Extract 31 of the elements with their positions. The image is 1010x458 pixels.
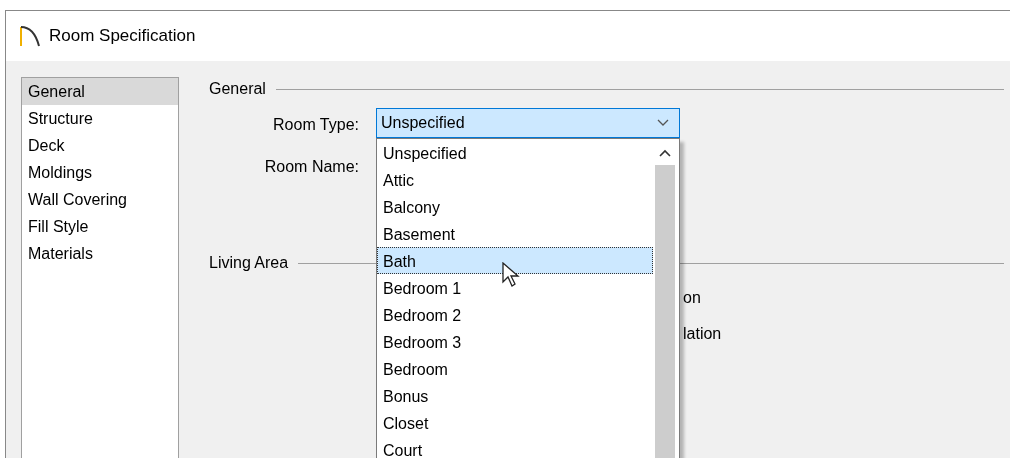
dropdown-option[interactable]: Bath xyxy=(377,247,653,274)
sidebar-item[interactable]: Wall Covering xyxy=(22,186,178,213)
dropdown-option[interactable]: Bedroom xyxy=(377,355,653,382)
dropdown-option[interactable]: Bedroom 2 xyxy=(377,301,653,328)
room-type-dropdown[interactable]: Unspecified xyxy=(376,108,680,138)
partial-text: on xyxy=(683,288,701,308)
sidebar-item[interactable]: Structure xyxy=(22,105,178,132)
group-heading: Living Area xyxy=(209,253,289,273)
dropdown-option[interactable]: Bedroom 1 xyxy=(377,274,653,301)
dropdown-option[interactable]: Closet xyxy=(377,409,653,436)
field-label: Room Name: xyxy=(263,157,359,177)
dropdown-option[interactable]: Unspecified xyxy=(377,139,653,166)
partial-text: lation xyxy=(683,324,722,344)
chevron-down-icon xyxy=(657,119,669,127)
dropdown-option[interactable]: Court xyxy=(377,436,653,458)
sidebar-item[interactable]: Materials xyxy=(22,240,178,267)
group-heading: General xyxy=(209,79,266,99)
sidebar-item[interactable]: Deck xyxy=(22,132,178,159)
dropdown-option[interactable]: Bedroom 3 xyxy=(377,328,653,355)
window-title: Room Specification xyxy=(49,25,196,48)
sidebar-item[interactable]: Fill Style xyxy=(22,213,178,240)
sidebar-item[interactable]: General xyxy=(22,78,178,105)
field-label: Room Type: xyxy=(272,115,359,135)
dropdown-option[interactable]: Balcony xyxy=(377,193,653,220)
dropdown-option[interactable]: Attic xyxy=(377,166,653,193)
dropdown-option[interactable]: Bonus xyxy=(377,382,653,409)
scroll-up-icon xyxy=(659,149,671,157)
mouse-cursor-icon xyxy=(502,262,522,288)
arch-icon xyxy=(19,24,41,48)
sidebar-item[interactable]: Moldings xyxy=(22,159,178,186)
dropdown-option[interactable]: Basement xyxy=(377,220,653,247)
